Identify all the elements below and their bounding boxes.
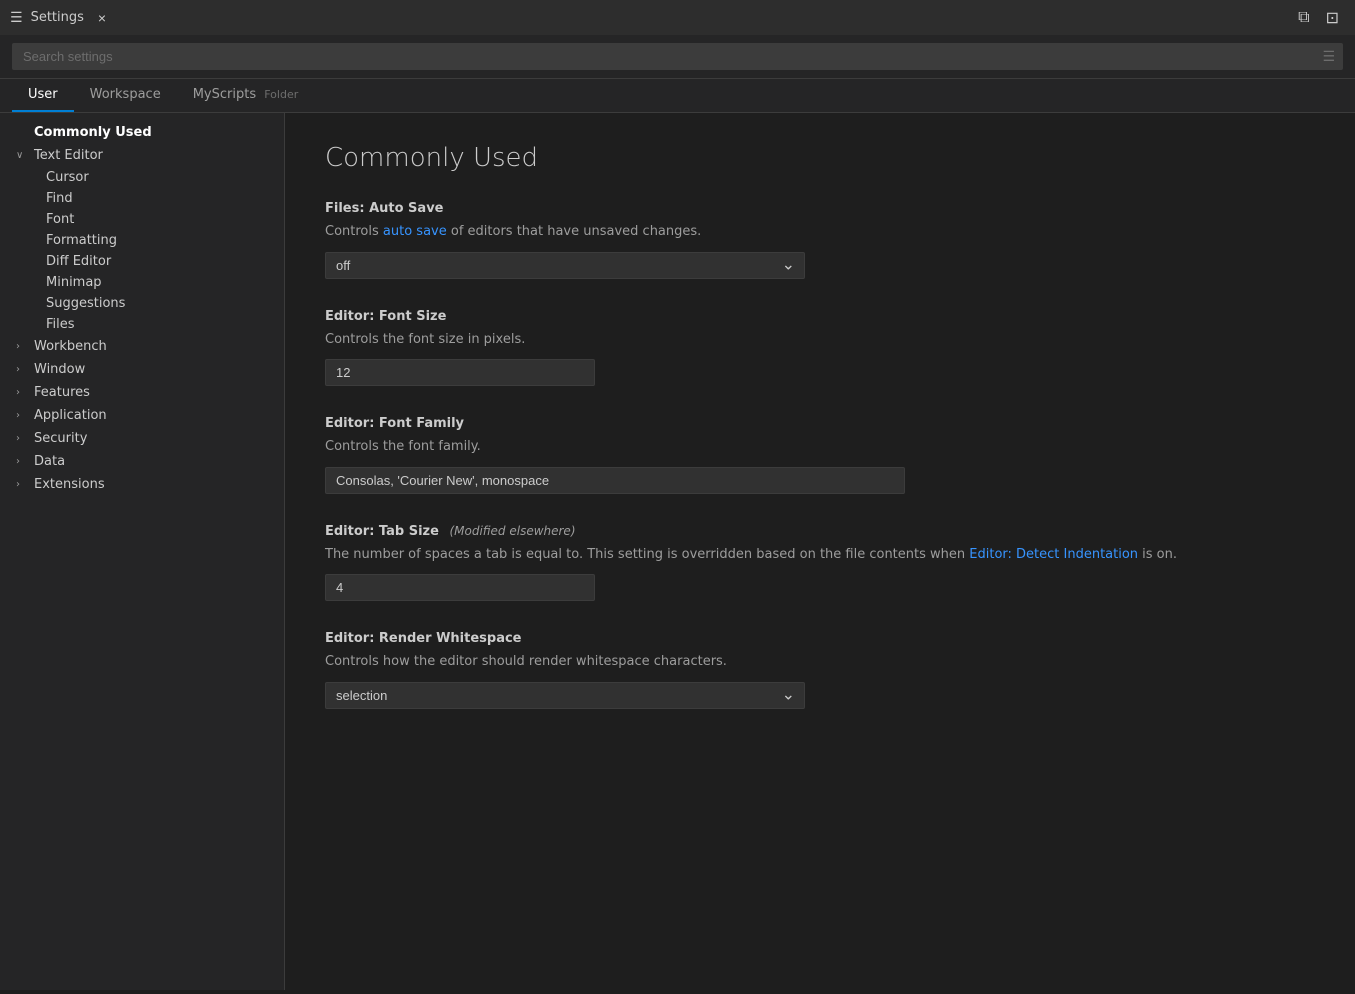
sidebar-item-workbench[interactable]: › Workbench (0, 335, 284, 358)
open-settings-json-button[interactable]: ⧉ (1292, 6, 1315, 30)
editor-font-size-input[interactable] (325, 359, 595, 386)
setting-editor-font-family: Editor: Font Family Controls the font fa… (325, 416, 1315, 494)
content-area: Commonly Used Files: Auto Save Controls … (285, 113, 1355, 990)
sidebar-item-font[interactable]: Font (0, 209, 284, 230)
tab-title: Settings (31, 10, 84, 25)
setting-editor-font-size-description: Controls the font size in pixels. (325, 330, 1315, 350)
chevron-down-icon: ∨ (16, 150, 32, 161)
section-title: Commonly Used (325, 143, 1315, 173)
setting-editor-font-size-label: Editor: Font Size (325, 309, 1315, 324)
sidebar-item-application[interactable]: › Application (0, 404, 284, 427)
sidebar: Commonly Used ∨ Text Editor Cursor Find … (0, 113, 285, 990)
editor-tab-size-input[interactable] (325, 574, 595, 601)
editor-render-whitespace-select[interactable]: none boundary selection trailing all (325, 682, 805, 709)
title-bar: ☰ Settings × ⧉ ⊡ (0, 0, 1355, 35)
chevron-right-icon: › (16, 456, 32, 467)
setting-editor-tab-size-description: The number of spaces a tab is equal to. … (325, 545, 1315, 565)
setting-editor-font-family-label: Editor: Font Family (325, 416, 1315, 431)
editor-font-family-input[interactable] (325, 467, 905, 494)
chevron-right-icon: › (16, 387, 32, 398)
chevron-right-icon: › (16, 433, 32, 444)
setting-editor-render-whitespace-label: Editor: Render Whitespace (325, 631, 1315, 646)
search-bar-container: ☰ (0, 35, 1355, 79)
sidebar-item-formatting[interactable]: Formatting (0, 230, 284, 251)
menu-icon: ☰ (10, 10, 23, 26)
tabs-bar: User Workspace MyScripts Folder (0, 79, 1355, 113)
setting-files-auto-save: Files: Auto Save Controls auto save of e… (325, 201, 1315, 279)
sidebar-item-window[interactable]: › Window (0, 358, 284, 381)
setting-editor-tab-size: Editor: Tab Size (Modified elsewhere) Th… (325, 524, 1315, 602)
setting-editor-font-size: Editor: Font Size Controls the font size… (325, 309, 1315, 387)
auto-save-link[interactable]: auto save (383, 224, 447, 239)
tab-workspace[interactable]: Workspace (74, 79, 177, 112)
setting-files-auto-save-label: Files: Auto Save (325, 201, 1315, 216)
tab-myscripts[interactable]: MyScripts Folder (177, 79, 315, 112)
close-tab-button[interactable]: × (92, 8, 112, 28)
setting-editor-render-whitespace: Editor: Render Whitespace Controls how t… (325, 631, 1315, 709)
sidebar-item-security[interactable]: › Security (0, 427, 284, 450)
setting-editor-tab-size-label: Editor: Tab Size (Modified elsewhere) (325, 524, 1315, 539)
sidebar-item-text-editor[interactable]: ∨ Text Editor (0, 144, 284, 167)
setting-editor-font-family-description: Controls the font family. (325, 437, 1315, 457)
chevron-right-icon: › (16, 410, 32, 421)
sidebar-item-suggestions[interactable]: Suggestions (0, 293, 284, 314)
chevron-right-icon: › (16, 341, 32, 352)
detect-indentation-link[interactable]: Editor: Detect Indentation (969, 547, 1138, 562)
sidebar-item-cursor[interactable]: Cursor (0, 167, 284, 188)
sidebar-item-features[interactable]: › Features (0, 381, 284, 404)
sidebar-item-data[interactable]: › Data (0, 450, 284, 473)
chevron-right-icon: › (16, 364, 32, 375)
tab-myscripts-sublabel: Folder (264, 88, 298, 101)
setting-files-auto-save-description: Controls auto save of editors that have … (325, 222, 1315, 242)
sidebar-item-commonly-used[interactable]: Commonly Used (0, 121, 284, 144)
setting-modified-note: (Modified elsewhere) (449, 524, 575, 538)
split-editor-button[interactable]: ⊡ (1320, 6, 1345, 30)
setting-editor-render-whitespace-description: Controls how the editor should render wh… (325, 652, 1315, 672)
search-input[interactable] (12, 43, 1343, 70)
files-auto-save-select-wrapper: off afterDelay onFocusChange onWindowCha… (325, 252, 805, 279)
sidebar-item-diff-editor[interactable]: Diff Editor (0, 251, 284, 272)
sidebar-item-extensions[interactable]: › Extensions (0, 473, 284, 496)
sidebar-item-find[interactable]: Find (0, 188, 284, 209)
editor-render-whitespace-select-wrapper: none boundary selection trailing all (325, 682, 805, 709)
sidebar-item-minimap[interactable]: Minimap (0, 272, 284, 293)
sidebar-item-files[interactable]: Files (0, 314, 284, 335)
title-bar-actions: ⧉ ⊡ (1292, 6, 1345, 30)
main-layout: Commonly Used ∨ Text Editor Cursor Find … (0, 113, 1355, 990)
files-auto-save-select[interactable]: off afterDelay onFocusChange onWindowCha… (325, 252, 805, 279)
tab-user[interactable]: User (12, 79, 74, 112)
chevron-right-icon: › (16, 479, 32, 490)
